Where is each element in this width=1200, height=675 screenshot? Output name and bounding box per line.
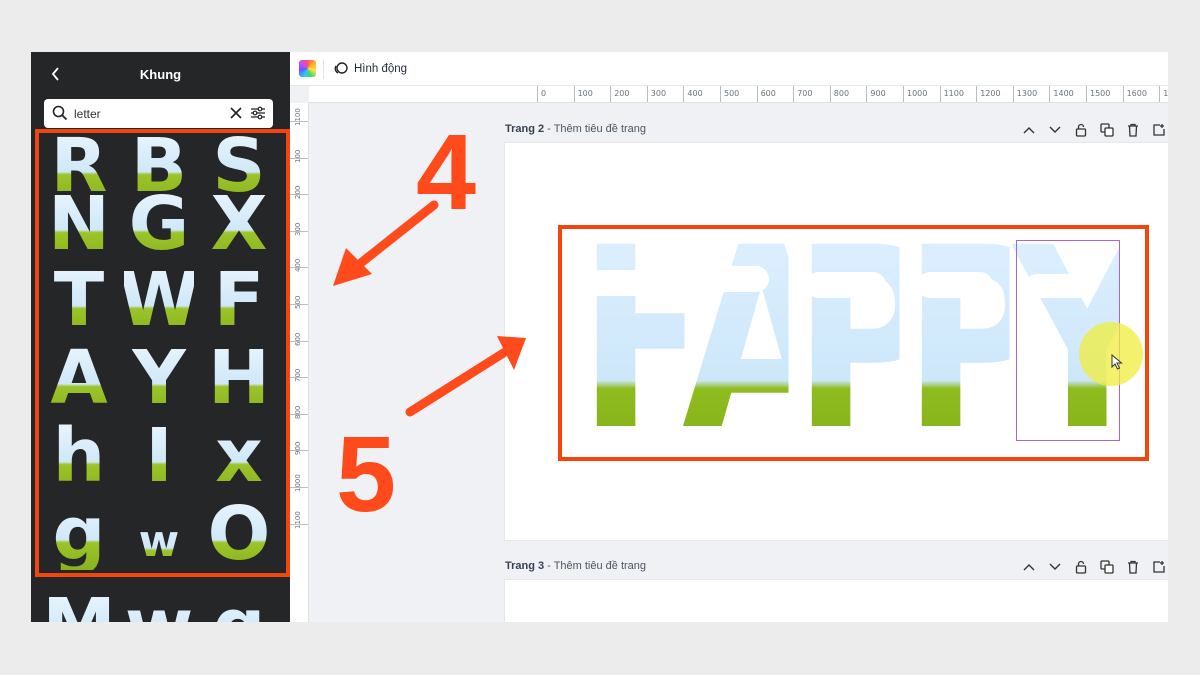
arrow-to-design (405, 336, 526, 417)
arrow-to-panel (333, 200, 439, 286)
annotation-arrows (333, 200, 526, 417)
